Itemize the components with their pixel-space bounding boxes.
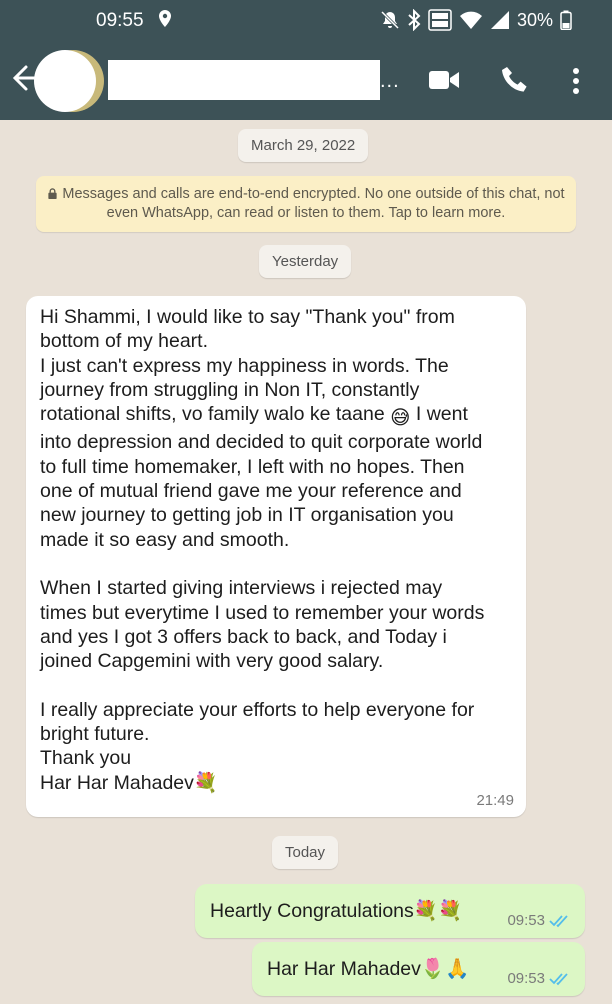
message-text-part2: I went into depression and decided to qu… bbox=[40, 403, 485, 794]
bluetooth-icon bbox=[408, 9, 421, 31]
status-bar: 09:55 30% bbox=[0, 0, 612, 42]
tulip-pray-emoji-icon: 🌷🙏 bbox=[420, 958, 470, 980]
outgoing-message[interactable]: Heartly Congratulations💐💐 09:53 bbox=[195, 884, 585, 938]
lock-icon bbox=[48, 188, 58, 199]
wifi-icon bbox=[459, 11, 482, 29]
date-chip-today: Today bbox=[272, 836, 339, 869]
outgoing-text-2: Har Har Mahadev bbox=[267, 958, 421, 980]
outgoing-message-time: 09:53 bbox=[507, 970, 545, 987]
mute-icon bbox=[380, 10, 400, 30]
double-tick-read-icon bbox=[549, 972, 568, 985]
outgoing-message[interactable]: Har Har Mahadev🌷🙏 09:53 bbox=[252, 942, 585, 996]
outgoing-message-text: Har Har Mahadev🌷🙏 bbox=[267, 957, 469, 981]
incoming-message-time: 21:49 bbox=[476, 792, 514, 809]
outgoing-message-time: 09:53 bbox=[507, 912, 545, 929]
grinning-sweat-emoji-icon: 😅 bbox=[390, 407, 411, 430]
encryption-text: Messages and calls are end-to-end encryp… bbox=[62, 186, 565, 221]
video-call-icon[interactable] bbox=[428, 68, 460, 92]
battery-icon bbox=[560, 10, 572, 30]
bouquet-emoji-icon: 💐💐 bbox=[413, 900, 463, 922]
encryption-notice[interactable]: Messages and calls are end-to-end encryp… bbox=[36, 176, 576, 232]
contact-name-redacted[interactable] bbox=[108, 60, 380, 100]
status-time: 09:55 bbox=[96, 10, 144, 31]
contact-avatar[interactable] bbox=[34, 50, 96, 112]
more-menu-icon[interactable] bbox=[566, 66, 586, 96]
contact-name-ellipsis: ... bbox=[380, 70, 400, 92]
signal-icon bbox=[490, 11, 509, 29]
bouquet-emoji-icon: 💐 bbox=[193, 771, 219, 794]
double-tick-read-icon bbox=[549, 914, 568, 927]
status-icons: 30% bbox=[380, 9, 572, 31]
chat-area[interactable]: March 29, 2022 Messages and calls are en… bbox=[0, 120, 612, 1004]
voice-call-icon[interactable] bbox=[500, 64, 530, 94]
date-chip-march: March 29, 2022 bbox=[238, 129, 369, 162]
outgoing-message-meta: 09:53 bbox=[507, 912, 573, 929]
outgoing-message-meta: 09:53 bbox=[507, 970, 573, 987]
vowifi-icon bbox=[428, 9, 452, 31]
incoming-message[interactable]: Hi Shammi, I would like to say "Thank yo… bbox=[26, 296, 526, 817]
outgoing-text-1: Heartly Congratulations bbox=[210, 900, 414, 922]
battery-percent: 30% bbox=[516, 9, 553, 30]
chat-header: ... bbox=[0, 42, 612, 120]
location-icon bbox=[159, 10, 171, 27]
incoming-message-text: Hi Shammi, I would like to say "Thank yo… bbox=[40, 305, 512, 795]
outgoing-message-text: Heartly Congratulations💐💐 bbox=[210, 899, 462, 923]
date-chip-yesterday: Yesterday bbox=[259, 245, 352, 278]
